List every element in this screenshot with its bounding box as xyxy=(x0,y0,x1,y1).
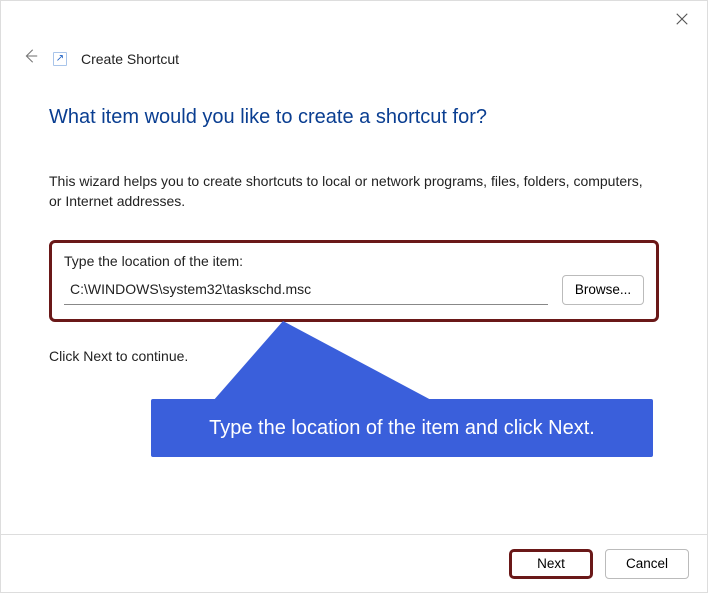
browse-button[interactable]: Browse... xyxy=(562,275,644,305)
location-input-block: Type the location of the item: Browse... xyxy=(49,240,659,322)
header-row: ↗ Create Shortcut xyxy=(1,41,707,70)
titlebar xyxy=(1,1,707,41)
wizard-description: This wizard helps you to create shortcut… xyxy=(49,171,659,212)
cancel-button[interactable]: Cancel xyxy=(605,549,689,579)
next-button[interactable]: Next xyxy=(509,549,593,579)
back-arrow-icon[interactable] xyxy=(21,47,39,70)
footer-bar: Next Cancel xyxy=(1,534,707,592)
callout-arrow-icon xyxy=(213,313,433,413)
close-icon[interactable] xyxy=(675,12,689,31)
annotation-callout: Type the location of the item and click … xyxy=(151,399,653,457)
annotation-text: Type the location of the item and click … xyxy=(209,417,595,440)
dialog-title: Create Shortcut xyxy=(81,51,179,67)
page-heading: What item would you like to create a sho… xyxy=(49,106,659,129)
location-label: Type the location of the item: xyxy=(64,253,644,269)
shortcut-icon: ↗ xyxy=(53,52,67,66)
location-input[interactable] xyxy=(64,275,548,305)
